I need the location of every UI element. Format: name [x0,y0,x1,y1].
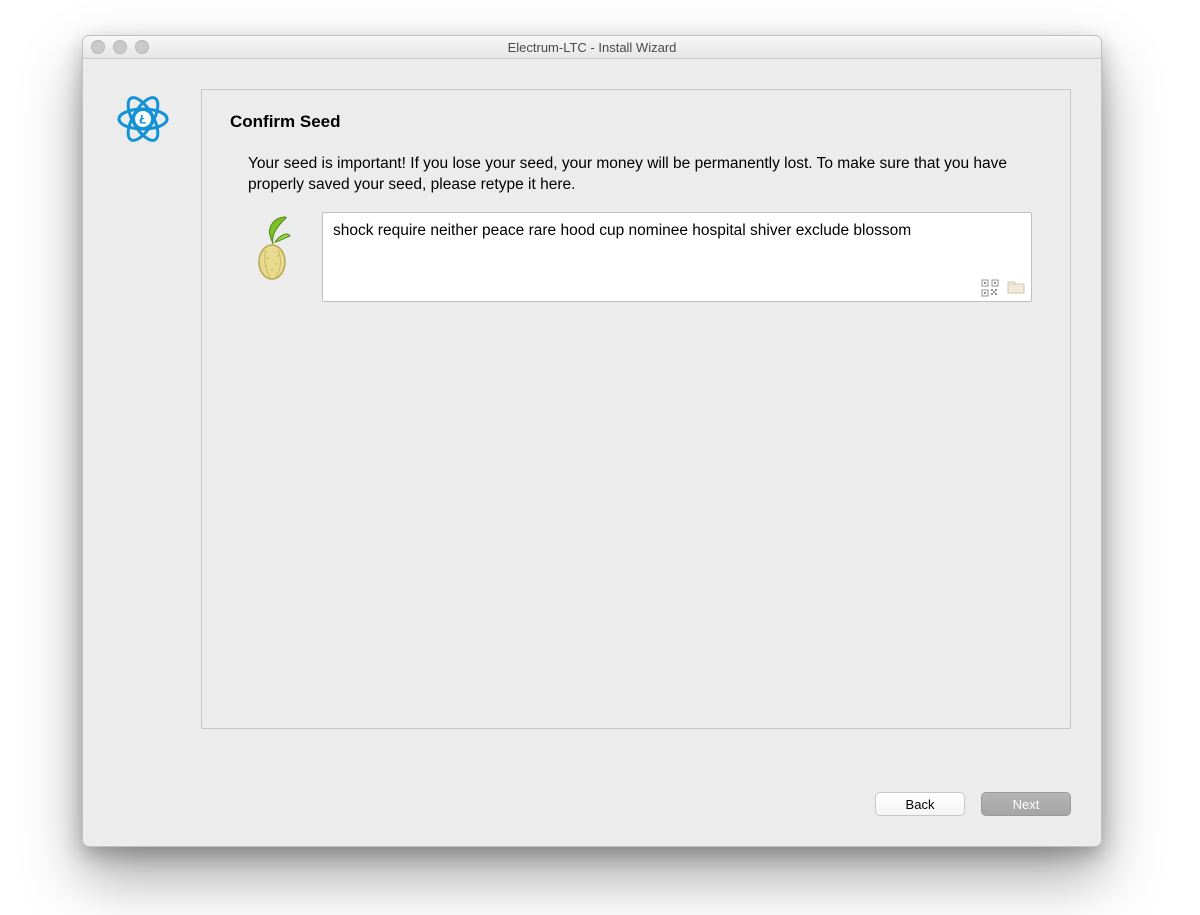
close-window-button[interactable] [91,40,105,54]
window-controls [91,40,149,54]
next-button-label: Next [1013,797,1040,812]
minimize-window-button[interactable] [113,40,127,54]
install-wizard-window: Electrum-LTC - Install Wizard [82,35,1102,847]
app-logo: Ł [113,89,173,147]
svg-text:Ł: Ł [138,113,146,127]
folder-icon[interactable] [1007,279,1025,297]
next-button[interactable]: Next [981,792,1071,816]
panel-heading: Confirm Seed [230,112,1042,132]
seed-sprout-icon [248,212,298,283]
window-title: Electrum-LTC - Install Wizard [83,40,1101,55]
back-button-label: Back [906,797,935,812]
seed-input[interactable]: shock require neither peace rare hood cu… [322,212,1032,302]
qr-code-icon[interactable] [981,279,999,297]
seed-input-text: shock require neither peace rare hood cu… [333,222,911,239]
back-button[interactable]: Back [875,792,965,816]
wizard-body: Ł Confirm Seed Your seed is important! I… [83,59,1101,846]
wizard-panel: Confirm Seed Your seed is important! If … [201,89,1071,729]
panel-instructions: Your seed is important! If you lose your… [230,154,1042,196]
title-bar: Electrum-LTC - Install Wizard [83,36,1101,59]
electrum-ltc-logo-icon: Ł [115,91,171,147]
zoom-window-button[interactable] [135,40,149,54]
wizard-buttons: Back Next [113,780,1071,816]
